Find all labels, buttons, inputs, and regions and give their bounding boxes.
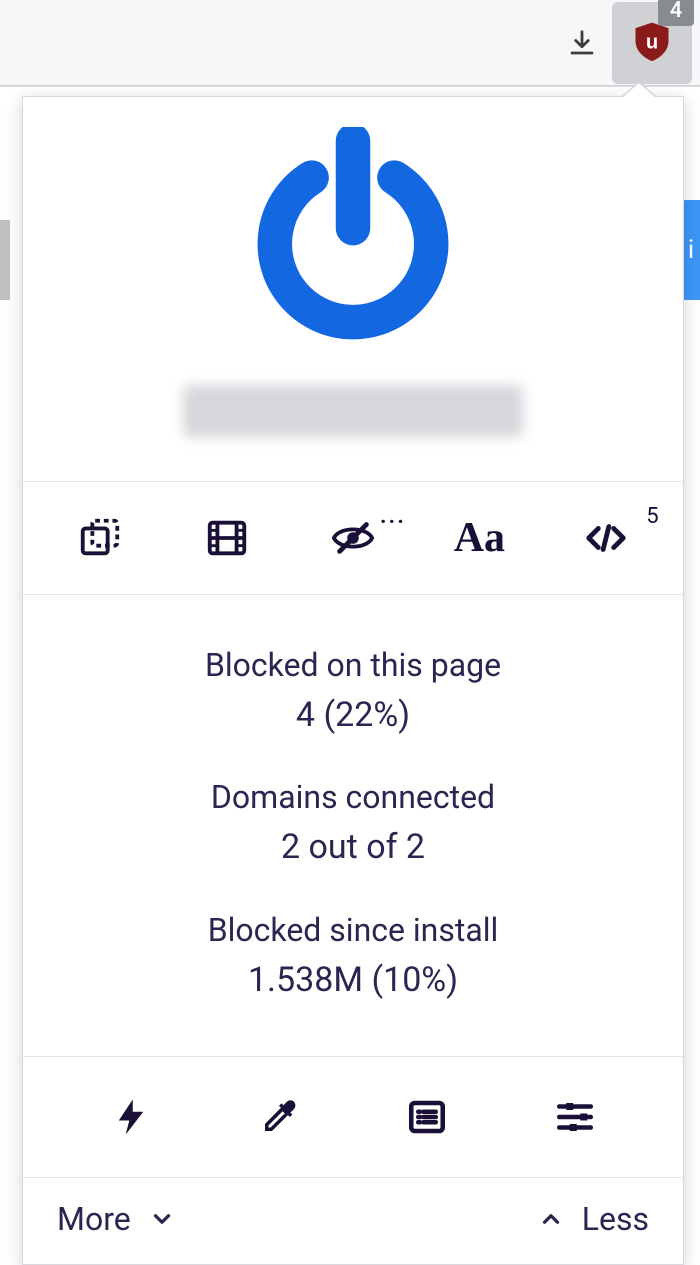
less-button[interactable]: Less (538, 1200, 649, 1238)
open-dashboard-button[interactable] (522, 1087, 629, 1147)
list-box-icon (406, 1096, 448, 1138)
stat-value: 1.538M (10%) (43, 957, 663, 1005)
stat-blocked-install: Blocked since install 1.538M (10%) (43, 908, 663, 1004)
font-icon: Aa (454, 514, 505, 562)
lightning-icon (110, 1096, 152, 1138)
power-section (23, 97, 683, 481)
zap-element-button[interactable] (78, 1087, 185, 1147)
more-label: More (57, 1200, 131, 1238)
eye-slash-icon (330, 515, 376, 561)
scripts-count: 5 (646, 504, 658, 529)
stats-section: Blocked on this page 4 (22%) Domains con… (23, 594, 683, 1056)
stat-value: 4 (22%) (43, 692, 663, 740)
background-page-fragment-left (0, 220, 10, 300)
stat-value: 2 out of 2 (43, 824, 663, 872)
film-icon (204, 515, 250, 561)
chevron-down-icon (149, 1206, 175, 1232)
more-less-row: More Less (23, 1177, 683, 1264)
ublock-popup: ··· Aa 5 Blocked on this page 4 (22%) Do… (22, 96, 684, 1265)
tool-row-bottom (23, 1056, 683, 1177)
svg-text:u: u (646, 31, 658, 53)
stat-label: Blocked on this page (43, 643, 663, 688)
browser-toolbar: u 4 (0, 0, 700, 87)
chevron-up-icon (538, 1206, 564, 1232)
block-media-button[interactable] (170, 508, 284, 568)
ellipsis-icon: ··· (380, 510, 406, 535)
stat-blocked-page: Blocked on this page 4 (22%) (43, 643, 663, 739)
background-page-fragment-right: i (682, 200, 700, 300)
eyedropper-icon (258, 1096, 300, 1138)
popups-icon (77, 515, 123, 561)
block-fonts-button[interactable]: Aa (422, 508, 536, 568)
ublock-shield-icon: u (630, 19, 674, 67)
more-button[interactable]: More (57, 1200, 175, 1238)
downloads-button[interactable] (552, 7, 612, 79)
ublock-extension-button[interactable]: u 4 (612, 2, 692, 84)
cosmetic-filtering-button[interactable]: ··· (296, 508, 410, 568)
open-logger-button[interactable] (374, 1087, 481, 1147)
stat-label: Domains connected (43, 775, 663, 820)
element-picker-button[interactable] (226, 1087, 333, 1147)
code-icon (583, 515, 629, 561)
less-label: Less (582, 1200, 649, 1238)
download-icon (567, 26, 597, 60)
power-button[interactable] (23, 119, 683, 361)
tool-row-top: ··· Aa 5 (23, 481, 683, 594)
stat-domains-connected: Domains connected 2 out of 2 (43, 775, 663, 871)
block-scripts-button[interactable]: 5 (549, 508, 663, 568)
stat-label: Blocked since install (43, 908, 663, 953)
current-site-hostname-redacted (183, 385, 523, 437)
extension-badge: 4 (658, 0, 694, 26)
block-popups-button[interactable] (43, 508, 157, 568)
power-icon (238, 127, 468, 357)
sliders-icon (554, 1096, 596, 1138)
